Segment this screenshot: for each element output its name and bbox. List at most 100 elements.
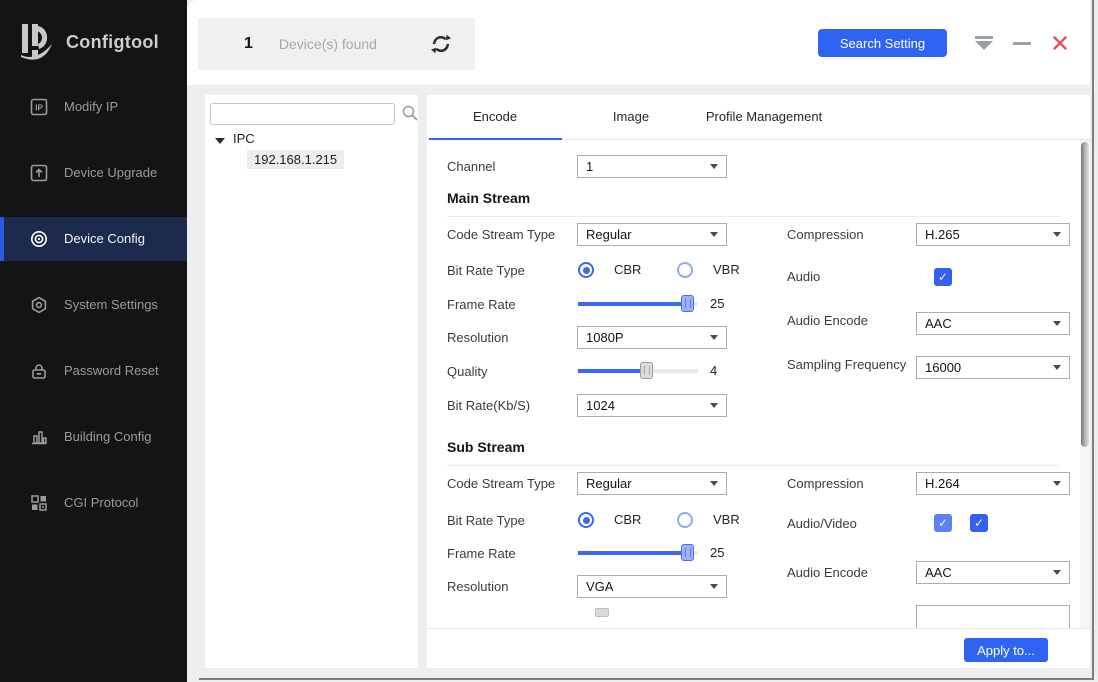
tree-expand-caret-icon[interactable] <box>215 138 225 144</box>
tab-image[interactable]: Image <box>563 95 699 139</box>
device-tree-panel: IPC 192.168.1.215 <box>205 95 418 668</box>
main-resolution-label: Resolution <box>447 329 508 347</box>
section-divider <box>447 465 1060 466</box>
building-config-icon <box>30 428 48 446</box>
main-stream-title: Main Stream <box>447 190 530 206</box>
window-bottom-border <box>199 678 1094 680</box>
main-sampling-frequency-dropdown[interactable]: 16000 <box>916 356 1070 379</box>
main-audio-encode-dropdown[interactable]: AAC <box>916 312 1070 335</box>
sub-vbr-label: VBR <box>713 512 740 528</box>
main-audio-label: Audio <box>787 268 820 286</box>
main-vbr-radio[interactable] <box>677 262 693 278</box>
main-code-stream-type-label: Code Stream Type <box>447 226 555 244</box>
header-bar: 1 Device(s) found Search Setting <box>187 0 1090 85</box>
sidebar-item-cgi-protocol[interactable]: CGI Protocol <box>0 481 187 525</box>
chevron-down-icon <box>1053 232 1061 237</box>
main-code-stream-type-dropdown[interactable]: Regular <box>577 223 727 246</box>
main-cbr-radio[interactable] <box>578 262 594 278</box>
sub-audio-video-label: Audio/Video <box>787 515 857 533</box>
sub-audio-encode-dropdown[interactable]: AAC <box>916 561 1070 584</box>
sidebar: Configtool IP Modify IP Device Upgrade D… <box>0 0 187 682</box>
chevron-down-icon <box>1053 570 1061 575</box>
sub-code-stream-type-label: Code Stream Type <box>447 475 555 493</box>
sub-cbr-radio[interactable] <box>578 512 594 528</box>
scrollbar-thumb[interactable] <box>1081 142 1089 447</box>
tab-encode[interactable]: Encode <box>427 95 563 139</box>
tree-device-item[interactable]: 192.168.1.215 <box>247 150 344 169</box>
system-settings-icon <box>30 296 48 314</box>
device-count-box: 1 Device(s) found <box>198 18 475 70</box>
svg-text:IP: IP <box>35 104 43 113</box>
search-icon[interactable] <box>401 104 419 122</box>
main-resolution-dropdown[interactable]: 1080P <box>577 326 727 349</box>
main-quality-label: Quality <box>447 363 487 381</box>
device-count-label: Device(s) found <box>279 36 377 52</box>
main-quality-value: 4 <box>710 363 717 378</box>
sidebar-item-building-config[interactable]: Building Config <box>0 415 187 459</box>
sub-bit-rate-type-label: Bit Rate Type <box>447 512 525 530</box>
main-compression-label: Compression <box>787 226 864 244</box>
vertical-scrollbar[interactable] <box>1080 140 1090 628</box>
section-divider <box>447 216 1060 217</box>
main-frame-rate-value: 25 <box>710 296 724 311</box>
sidebar-item-password-reset[interactable]: Password Reset <box>0 349 187 393</box>
device-search-input[interactable] <box>210 103 395 125</box>
main-compression-dropdown[interactable]: H.265 <box>916 223 1070 246</box>
sub-sampling-frequency-dropdown-partial[interactable] <box>916 605 1070 628</box>
modify-ip-icon: IP <box>30 98 48 116</box>
device-count: 1 <box>244 35 253 53</box>
sub-compression-dropdown[interactable]: H.264 <box>916 472 1070 495</box>
slider-handle[interactable] <box>640 362 653 379</box>
encode-form: Channel 1 Main Stream Code Stream Type R… <box>427 140 1080 628</box>
slider-handle[interactable] <box>681 544 694 561</box>
password-reset-lock-icon <box>30 362 48 380</box>
chevron-down-icon <box>1053 321 1061 326</box>
main-quality-slider[interactable] <box>578 362 698 379</box>
main-audio-checkbox[interactable] <box>934 268 952 286</box>
device-upgrade-icon <box>30 164 48 182</box>
sub-vbr-radio[interactable] <box>677 512 693 528</box>
chevron-down-icon <box>710 164 718 169</box>
main-frame-rate-slider[interactable] <box>578 295 698 312</box>
sub-quality-slider-handle-partial[interactable] <box>595 608 609 617</box>
sub-resolution-dropdown[interactable]: VGA <box>577 575 727 598</box>
sub-code-stream-type-dropdown[interactable]: Regular <box>577 472 727 495</box>
main-audio-encode-label: Audio Encode <box>787 312 868 330</box>
close-icon[interactable] <box>1051 34 1069 52</box>
channel-dropdown[interactable]: 1 <box>577 155 727 178</box>
sidebar-item-device-config[interactable]: Device Config <box>0 217 187 261</box>
sub-video-checkbox[interactable] <box>970 514 988 532</box>
minimize-icon[interactable] <box>1013 42 1031 45</box>
window-right-border <box>1092 0 1094 679</box>
app-logo: Configtool <box>18 20 159 64</box>
chevron-down-icon <box>710 335 718 340</box>
sub-compression-label: Compression <box>787 475 864 493</box>
refresh-icon[interactable] <box>429 32 453 56</box>
sub-frame-rate-slider[interactable] <box>578 544 698 561</box>
sub-audio-checkbox[interactable] <box>934 514 952 532</box>
collapse-panel-icon[interactable] <box>975 36 993 50</box>
tree-group-ipc[interactable]: IPC <box>233 131 255 146</box>
sub-cbr-label: CBR <box>614 512 641 528</box>
tab-bar: Encode Image Profile Management <box>427 95 1090 140</box>
app-title: Configtool <box>66 32 159 53</box>
config-panel: Encode Image Profile Management Channel … <box>427 95 1090 668</box>
tab-profile-management[interactable]: Profile Management <box>699 95 829 139</box>
sidebar-item-system-settings[interactable]: System Settings <box>0 283 187 327</box>
cgi-protocol-icon <box>30 494 48 512</box>
main-bit-rate-label: Bit Rate(Kb/S) <box>447 397 530 415</box>
chevron-down-icon <box>710 481 718 486</box>
apply-to-button[interactable]: Apply to... <box>964 638 1048 662</box>
slider-handle[interactable] <box>681 295 694 312</box>
device-config-icon <box>30 230 48 248</box>
panel-footer: Apply to... <box>427 628 1090 668</box>
chevron-down-icon <box>710 584 718 589</box>
sidebar-item-device-upgrade[interactable]: Device Upgrade <box>0 151 187 195</box>
sub-stream-title: Sub Stream <box>447 439 525 455</box>
sub-frame-rate-value: 25 <box>710 545 724 560</box>
sidebar-item-modify-ip[interactable]: IP Modify IP <box>0 85 187 129</box>
main-bit-rate-dropdown[interactable]: 1024 <box>577 394 727 417</box>
main-area: 1 Device(s) found Search Setting <box>187 0 1098 682</box>
sub-audio-encode-label: Audio Encode <box>787 564 868 582</box>
search-setting-button[interactable]: Search Setting <box>818 29 947 57</box>
